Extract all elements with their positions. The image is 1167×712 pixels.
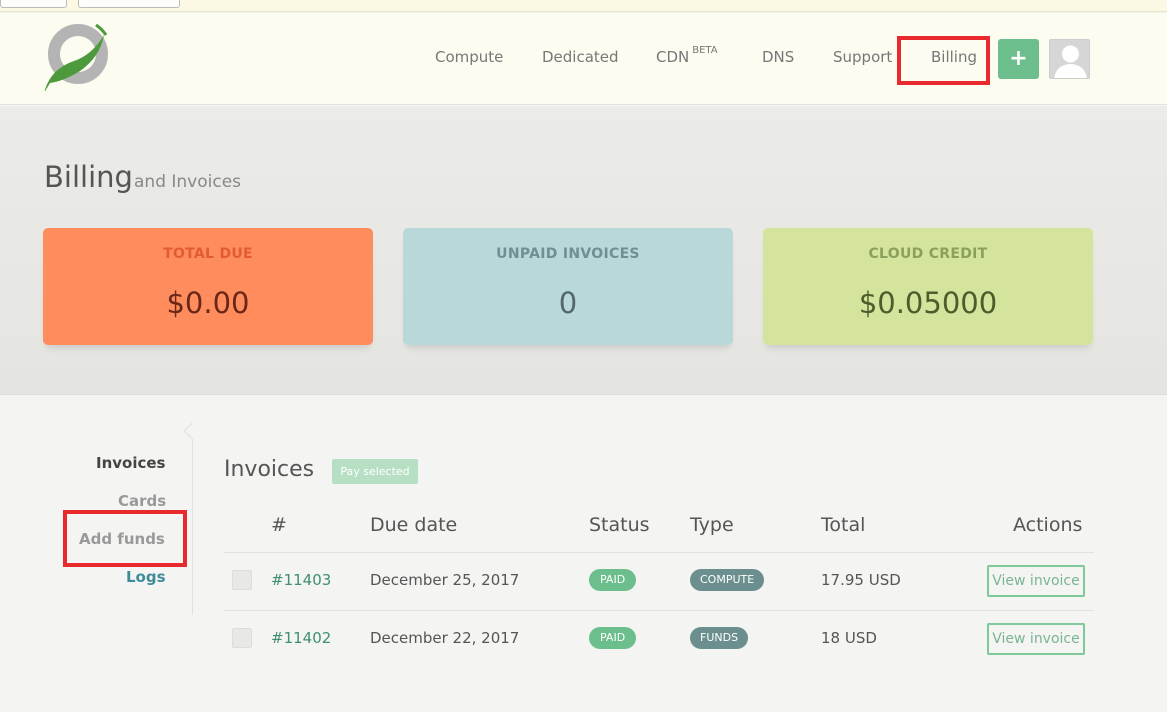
pay-selected-button[interactable]: Pay selected: [332, 459, 418, 484]
billing-highlight-box: [897, 36, 990, 85]
nav-dedicated[interactable]: Dedicated: [542, 48, 619, 66]
top-header: Compute Dedicated CDN BETA DNS Support Bi…: [0, 13, 1167, 105]
nav-compute[interactable]: Compute: [435, 48, 503, 66]
sidebar-item-logs[interactable]: Logs: [126, 568, 166, 586]
column-header-total: Total: [821, 514, 866, 536]
total-due-label: TOTAL DUE: [163, 246, 253, 262]
total-due-card: TOTAL DUE $0.00: [43, 228, 373, 345]
nav-dns[interactable]: DNS: [762, 48, 794, 66]
nav-cdn[interactable]: CDN BETA: [656, 45, 718, 66]
total-amount: 18 USD: [821, 629, 877, 647]
column-header-number: #: [271, 514, 287, 536]
column-header-actions: Actions: [1013, 514, 1083, 536]
invoice-number-link[interactable]: #11402: [271, 629, 331, 647]
invoices-title: Invoices: [224, 457, 315, 482]
nav-cdn-label: CDN: [656, 48, 690, 66]
status-badge: PAID: [589, 627, 637, 649]
sidebar-item-cards[interactable]: Cards: [118, 492, 166, 510]
logo-icon[interactable]: [40, 21, 110, 91]
table-row: #11403 December 25, 2017 PAID COMPUTE 17…: [224, 552, 1094, 610]
add-button[interactable]: +: [998, 39, 1039, 79]
row-checkbox[interactable]: [232, 570, 252, 590]
view-invoice-button[interactable]: View invoice: [987, 623, 1085, 655]
due-date: December 25, 2017: [370, 571, 520, 589]
invoices-section: Invoices Cards Add funds Logs Invoices P…: [0, 395, 1167, 712]
table-row: #11402 December 22, 2017 PAID FUNDS 18 U…: [224, 610, 1094, 668]
sidebar-caret: [183, 422, 201, 440]
cloud-credit-card: CLOUD CREDIT $0.05000: [763, 228, 1093, 345]
nav-support[interactable]: Support: [833, 48, 892, 66]
cloud-credit-label: CLOUD CREDIT: [868, 246, 988, 262]
invoice-number-link[interactable]: #11403: [271, 571, 331, 589]
type-badge: FUNDS: [690, 627, 749, 649]
avatar[interactable]: [1049, 39, 1090, 79]
strip-tab[interactable]: [78, 0, 180, 8]
view-invoice-button[interactable]: View invoice: [987, 565, 1085, 597]
total-amount: 17.95 USD: [821, 571, 901, 589]
strip-tab[interactable]: [0, 0, 67, 8]
column-header-type: Type: [690, 514, 734, 536]
unpaid-invoices-label: UNPAID INVOICES: [496, 246, 640, 262]
unpaid-invoices-value: 0: [558, 286, 578, 320]
page-title: Billing: [44, 160, 133, 194]
page-subtitle: and Invoices: [134, 172, 242, 192]
total-due-value: $0.00: [166, 286, 250, 320]
unpaid-invoices-card: UNPAID INVOICES 0: [403, 228, 733, 345]
column-header-status: Status: [589, 514, 650, 536]
status-badge: PAID: [589, 569, 637, 591]
add-funds-highlight-box: [63, 510, 187, 567]
cloud-credit-value: $0.05000: [858, 286, 998, 320]
sidebar-divider: [192, 423, 193, 615]
type-badge: COMPUTE: [690, 569, 765, 591]
column-header-due-date: Due date: [370, 514, 458, 536]
beta-badge: BETA: [692, 45, 718, 56]
due-date: December 22, 2017: [370, 629, 520, 647]
sidebar-item-invoices[interactable]: Invoices: [96, 454, 165, 472]
row-checkbox[interactable]: [232, 628, 252, 648]
user-icon: [1054, 45, 1087, 78]
top-strip: [0, 0, 1167, 12]
billing-hero: Billing and Invoices TOTAL DUE $0.00 UNP…: [0, 106, 1167, 395]
